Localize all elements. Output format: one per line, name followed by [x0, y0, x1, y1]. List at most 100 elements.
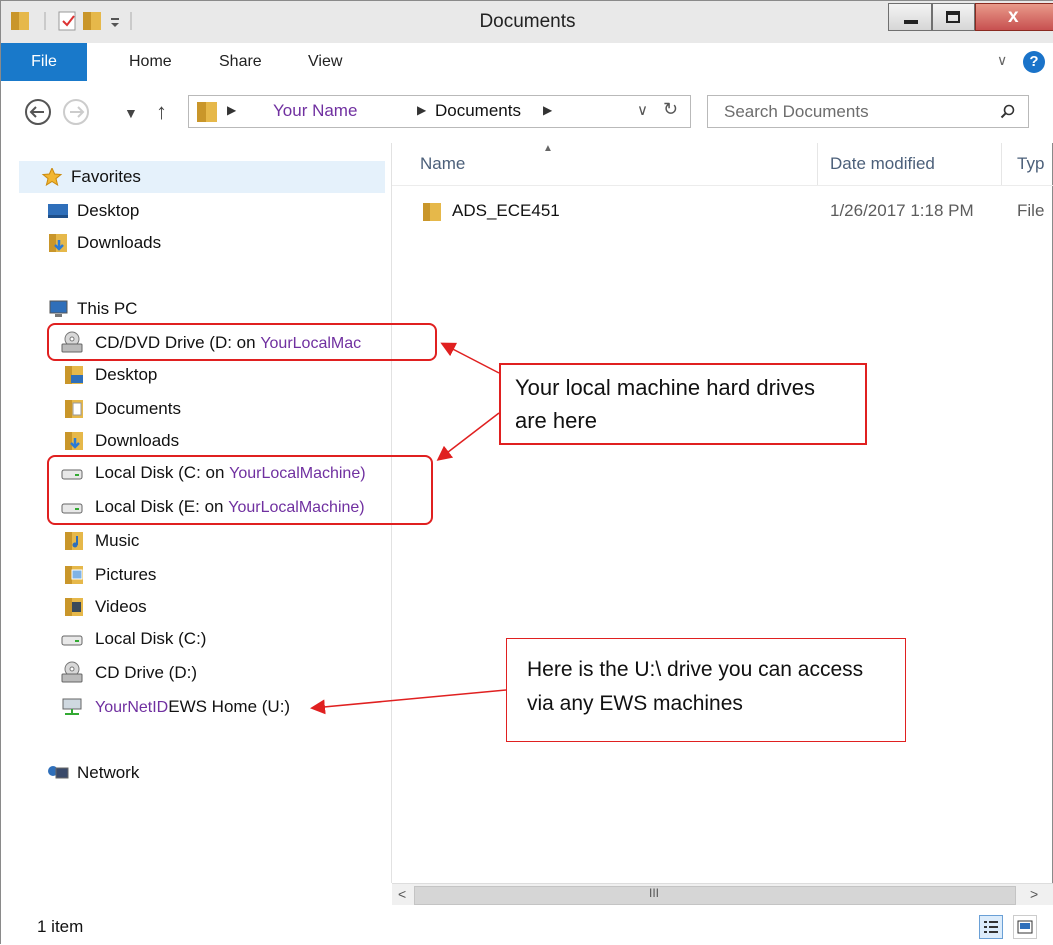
back-arrow-icon [25, 99, 51, 125]
desktop-icon [48, 204, 68, 218]
callout-text: Here is the U:\ drive you can access via… [527, 658, 864, 715]
nav-label: Pictures [95, 565, 157, 584]
nav-u-drive[interactable]: YourNetIDEWS Home (U:) [21, 691, 381, 723]
column-date-modified[interactable]: Date modified [830, 143, 1000, 185]
highlight-cd-dvd-drive [47, 323, 437, 361]
downloads-folder-icon [65, 432, 83, 450]
grip-icon: III [649, 886, 660, 900]
scroll-thumb[interactable]: III [414, 886, 1016, 905]
large-icons-view-icon [1017, 920, 1033, 934]
forward-button[interactable] [61, 97, 91, 133]
tab-view[interactable]: View [308, 53, 342, 71]
close-icon: x [1008, 6, 1019, 27]
breadcrumb-chevron-icon: ▶ [417, 103, 427, 117]
nav-label: Local Disk (C:) [95, 629, 207, 648]
desktop-folder-icon [65, 366, 83, 384]
close-button[interactable]: x [975, 3, 1053, 31]
tab-home[interactable]: Home [129, 53, 172, 71]
up-arrow-icon[interactable]: ↑ [156, 99, 167, 125]
documents-folder-icon [65, 400, 83, 418]
netid: YourNetID [95, 699, 169, 716]
item-count: 1 item [37, 917, 84, 936]
videos-folder-icon [65, 598, 83, 616]
column-separator[interactable] [1001, 143, 1002, 185]
music-folder-icon [65, 532, 83, 550]
hard-drive-icon [61, 635, 83, 646]
star-icon [41, 168, 63, 186]
highlight-local-disks [47, 455, 433, 525]
refresh-icon[interactable]: ↻ [663, 99, 678, 120]
nav-label: Downloads [77, 233, 162, 252]
search-input[interactable]: Search Documents [724, 102, 869, 122]
nav-favorites-downloads[interactable]: Downloads [21, 227, 381, 259]
breadcrumb-documents[interactable]: Documents [435, 101, 521, 121]
nav-pc-downloads[interactable]: Downloads [21, 425, 381, 457]
search-icon [1000, 104, 1015, 119]
nav-label: Music [95, 531, 140, 550]
details-view-icon [984, 921, 998, 933]
network-icon [48, 766, 69, 779]
nav-this-pc[interactable]: This PC [21, 293, 381, 325]
column-type[interactable]: Typ [1017, 143, 1053, 185]
nav-network[interactable]: Network [21, 757, 381, 789]
callout-local-drives: Your local machine hard drives are here [499, 363, 867, 445]
nav-label: Documents [95, 399, 181, 418]
callout-u-drive: Here is the U:\ drive you can access via… [506, 638, 906, 742]
network-drive-icon [62, 698, 82, 715]
status-bar: 1 item [1, 905, 1053, 945]
scroll-right-icon[interactable]: > [1030, 886, 1038, 902]
maximize-button[interactable] [932, 3, 975, 31]
nav-label: Downloads [95, 431, 180, 450]
nav-label: Favorites [71, 167, 141, 186]
nav-music[interactable]: Music [21, 525, 381, 557]
nav-pc-documents[interactable]: Documents [21, 393, 381, 425]
address-bar[interactable]: ▶ Your Name ▶ Documents ▶ ∨ ↻ [188, 95, 691, 128]
title-bar: Documents x [1, 1, 1053, 44]
drive-label: EWS Home (U:) [168, 697, 291, 716]
tab-share[interactable]: Share [219, 53, 262, 71]
breadcrumb-user[interactable]: Your Name [273, 101, 357, 121]
details-view-button[interactable] [979, 915, 1003, 939]
nav-label: Videos [95, 597, 147, 616]
minimize-button[interactable] [888, 3, 932, 31]
large-icons-view-button[interactable] [1013, 915, 1037, 939]
computer-icon [49, 300, 68, 317]
folder-icon [423, 203, 441, 221]
tab-file[interactable]: File [1, 43, 87, 81]
recent-locations-icon[interactable]: ▼ [124, 105, 138, 121]
nav-pc-desktop[interactable]: Desktop [21, 359, 381, 391]
scroll-left-icon[interactable]: < [398, 886, 406, 902]
nav-videos[interactable]: Videos [21, 591, 381, 623]
ribbon: File Home Share View ∨ ? [1, 43, 1053, 82]
pictures-folder-icon [65, 566, 83, 584]
forward-arrow-icon [63, 99, 89, 125]
column-name[interactable]: Name [420, 143, 820, 185]
folder-icon [197, 102, 217, 122]
explorer-window: Documents x File Home Share View ∨ ? ▼ ↑… [0, 0, 1053, 945]
file-type: File [1017, 201, 1045, 220]
horizontal-scrollbar[interactable]: < III > [392, 883, 1053, 906]
nav-label: Desktop [95, 365, 158, 384]
nav-label: This PC [77, 299, 138, 318]
nav-favorites[interactable]: Favorites [19, 161, 385, 193]
table-row[interactable]: ADS_ECE451 1/26/2017 1:18 PM File [392, 195, 1053, 227]
nav-pictures[interactable]: Pictures [21, 559, 381, 591]
nav-cd-drive[interactable]: CD Drive (D:) [21, 657, 381, 689]
breadcrumb-chevron-icon: ▶ [543, 103, 553, 117]
nav-favorites-desktop[interactable]: Desktop [21, 195, 381, 227]
file-date: 1/26/2017 1:18 PM [830, 201, 974, 220]
nav-label: CD Drive (D:) [95, 663, 197, 682]
downloads-folder-icon [49, 234, 67, 252]
search-box[interactable]: Search Documents [707, 95, 1029, 128]
breadcrumb-chevron-icon: ▶ [227, 103, 237, 117]
back-button[interactable] [23, 97, 53, 133]
nav-label: YourNetIDEWS Home (U:) [95, 691, 290, 724]
file-list: ▲ Name Date modified Typ ADS_ECE451 1/26… [392, 143, 1053, 883]
cd-drive-icon [61, 661, 83, 683]
column-separator[interactable] [817, 143, 818, 185]
address-dropdown-icon[interactable]: ∨ [637, 101, 648, 119]
callout-text: Your local machine hard drives are here [515, 375, 816, 433]
expand-ribbon-icon[interactable]: ∨ [997, 52, 1007, 69]
nav-local-disk-c[interactable]: Local Disk (C:) [21, 623, 381, 655]
help-icon[interactable]: ? [1023, 51, 1045, 73]
